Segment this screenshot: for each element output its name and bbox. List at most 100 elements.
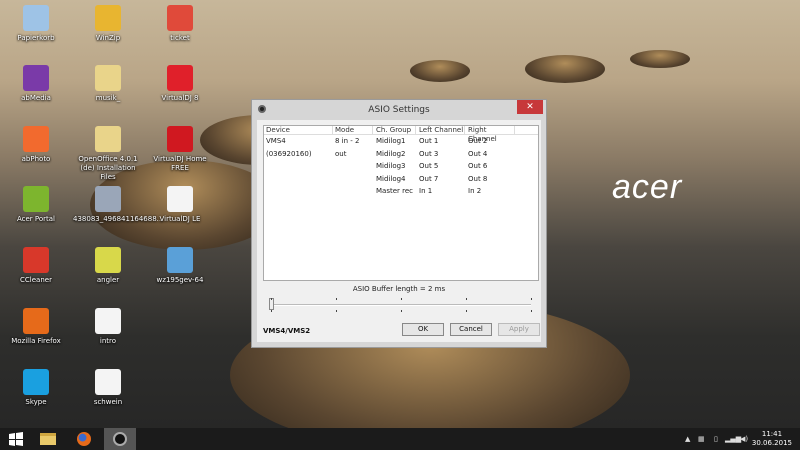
firefox-button[interactable] [68,428,100,450]
desktop-icon-label: abPhoto [21,155,51,163]
file-explorer-button[interactable] [32,428,64,450]
column-header[interactable]: Ch. Group [373,126,416,134]
virtualdj-icon [167,65,193,91]
column-header[interactable]: Left Channel [416,126,465,134]
table-cell: In 2 [468,187,482,195]
table-cell: Midilog1 [376,137,406,145]
desktop-icon[interactable]: OpenOffice 4.0.1 (de) Installation Files [73,126,143,182]
desktop-icon-label: 438083_496841164688... [73,215,164,223]
wallpaper-stone [410,60,470,82]
desktop-icon-label: OpenOffice 4.0.1 (de) Installation Files [78,155,138,181]
show-hidden-icons[interactable]: ▲ [685,435,690,443]
desktop-icon[interactable]: Mozilla Firefox [1,308,71,346]
mp3-file-icon [95,369,121,395]
recycle-bin-icon [23,5,49,31]
virtualdj-home-icon [167,126,193,152]
volume-icon[interactable]: ◀) [740,435,748,443]
firefox-icon [77,432,91,446]
dialog-title: ASIO Settings [368,105,430,115]
device-list[interactable]: Device Mode Ch. Group Left Channel Right Cha… [263,125,539,281]
desktop-icon[interactable]: intro [73,308,143,346]
slider-tick [271,310,272,312]
desktop-icon-label: CCleaner [20,276,52,284]
desktop-icon[interactable]: WinZip [73,5,143,43]
column-header[interactable]: Right Channel [465,126,515,143]
desktop-icon[interactable]: musik_ [73,65,143,103]
ok-button[interactable]: OK [402,323,444,336]
start-button[interactable] [0,428,32,450]
table-cell: Out 2 [468,137,488,145]
slider-tick [271,298,272,300]
acer-portal-icon [23,186,49,212]
table-cell: Out 1 [419,137,439,145]
column-header[interactable]: Device [264,126,333,134]
column-header[interactable]: Mode [333,126,373,134]
title-bar[interactable]: ASIO Settings ✕ [252,100,546,120]
desktop-icon-label: intro [99,337,117,345]
table-cell: Out 8 [468,174,488,183]
clock[interactable]: 11:41 30.06.2015 [752,430,792,448]
winzip-icon [95,5,121,31]
action-center-icon[interactable]: ▦ [698,435,705,443]
cancel-button[interactable]: Cancel [450,323,492,336]
desktop-icon[interactable]: Skype [1,369,71,407]
folder-icon [95,65,121,91]
installer-icon [167,247,193,273]
slider-tick [466,310,467,312]
wallpaper-stone [630,50,690,68]
slider-tick [401,310,402,312]
table-cell [333,173,373,186]
apply-button[interactable]: Apply [498,323,540,336]
desktop-icon-label: Mozilla Firefox [11,337,61,345]
file-icon [167,186,193,212]
desktop-icon[interactable]: ticket [145,5,215,43]
list-header: Device Mode Ch. Group Left Channel Right Cha… [264,126,538,143]
buffer-length-label: ASIO Buffer length = 2 ms [352,285,446,293]
table-row[interactable]: Midilog4 Out 7 Out 8 [264,173,538,186]
asio-settings-dialog: ASIO Settings ✕ Device Mode Ch. Group Left … [251,99,547,348]
mp3-file-icon [95,308,121,334]
table-cell: Out 3 [419,149,439,158]
desktop-icon[interactable]: angler [73,247,143,285]
pdf-file-icon [167,5,193,31]
folder-icon [40,433,56,445]
desktop-icon[interactable]: schwein [73,369,143,407]
table-row[interactable]: Master rec In 1 In 2 [264,185,538,198]
desktop-icon[interactable]: 438083_496841164688... [73,186,164,224]
desktop-icon[interactable]: VirtualDJ Home FREE [145,126,215,173]
table-cell: Master rec [376,187,414,195]
ccleaner-icon [23,247,49,273]
desktop-icon[interactable]: abMedia [1,65,71,103]
table-cell: Out 5 [419,162,439,170]
table-cell: Midilog4 [376,174,406,183]
slider-tick [336,298,337,300]
desktop-icon[interactable]: VirtualDJ LE [145,186,215,224]
table-cell: VMS4 (036920160) [266,137,312,158]
slider-tick [336,310,337,312]
table-cell [333,185,373,198]
buffer-slider[interactable] [269,298,532,312]
acer-logo: acer [612,168,683,206]
table-cell [333,160,373,173]
desktop-icon[interactable]: wz195gev-64 [145,247,215,285]
table-cell [264,148,333,161]
virtualdj-button[interactable] [104,428,136,450]
table-row[interactable]: VMS4 (036920160) 8 in - 2 out Midilog1 Out … [264,135,538,158]
table-row[interactable]: Midilog3 Out 5 Out 6 [264,160,538,173]
desktop-icon-label: VirtualDJ 8 [161,94,199,102]
desktop-icon-label: Papierkorb [17,34,55,42]
desktop-icon[interactable]: abPhoto [1,126,71,164]
desktop-icon[interactable]: Papierkorb [1,5,71,43]
table-cell [264,173,333,186]
image-file-icon [95,247,121,273]
table-cell: Out 4 [468,149,488,158]
network-icon[interactable]: ▂▄▆ [725,435,741,443]
desktop-icon-label: wz195gev-64 [156,276,204,284]
desktop-icon[interactable]: VirtualDJ 8 [145,65,215,103]
slider-tick [531,310,532,312]
desktop-icon[interactable]: Acer Portal [1,186,71,224]
desktop-icon[interactable]: CCleaner [1,247,71,285]
table-row[interactable]: Midilog2 Out 3 Out 4 [264,148,538,161]
close-button[interactable]: ✕ [517,100,543,114]
battery-icon[interactable]: ▯ [714,435,718,443]
